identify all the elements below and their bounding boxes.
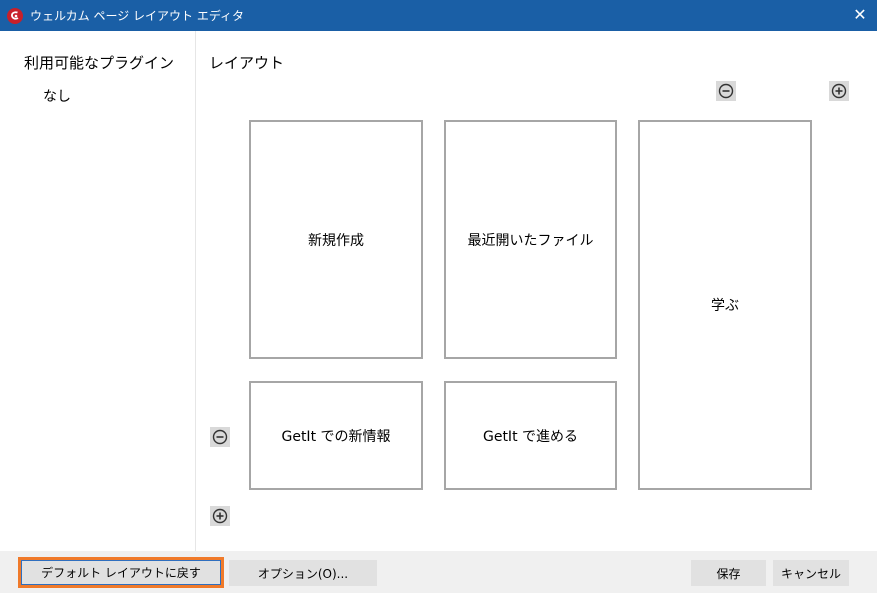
tile-learn[interactable]: 学ぶ xyxy=(638,120,812,490)
tile-getit-whats-new[interactable]: GetIt での新情報 xyxy=(249,381,423,490)
layout-heading: レイアウト xyxy=(209,54,285,72)
plugins-heading: 利用可能なプラグイン xyxy=(24,54,175,72)
tile-label: GetIt での新情報 xyxy=(281,428,391,445)
plus-circle-icon xyxy=(831,83,847,99)
remove-column-button[interactable] xyxy=(716,81,736,101)
title-bar: ウェルカム ページ レイアウト エディタ ✕ xyxy=(0,0,877,31)
tile-label: 学ぶ xyxy=(711,298,739,314)
minus-circle-icon xyxy=(212,429,228,445)
close-icon[interactable]: ✕ xyxy=(851,6,869,24)
plus-circle-icon xyxy=(212,508,228,524)
save-button[interactable]: 保存 xyxy=(691,560,766,586)
plugins-empty-text: なし xyxy=(43,89,71,105)
cancel-button[interactable]: キャンセル xyxy=(773,560,849,586)
save-label: 保存 xyxy=(716,566,741,581)
tile-label: 新規作成 xyxy=(308,232,364,249)
add-row-button[interactable] xyxy=(210,506,230,526)
add-column-button[interactable] xyxy=(829,81,849,101)
reset-layout-label: デフォルト レイアウトに戻す xyxy=(41,566,201,580)
options-button[interactable]: オプション(O)... xyxy=(229,560,377,586)
plugins-pane: 利用可能なプラグイン なし xyxy=(0,31,196,551)
minus-circle-icon xyxy=(718,83,734,99)
cancel-label: キャンセル xyxy=(780,566,841,581)
reset-layout-button[interactable]: デフォルト レイアウトに戻す xyxy=(18,557,224,588)
tile-getit-promoted[interactable]: GetIt で進める xyxy=(444,381,617,490)
app-logo-icon xyxy=(7,8,23,24)
options-label: オプション(O)... xyxy=(257,566,349,581)
tile-label: 最近開いたファイル xyxy=(467,232,594,249)
window-title: ウェルカム ページ レイアウト エディタ xyxy=(30,9,245,23)
tile-recent-files[interactable]: 最近開いたファイル xyxy=(444,120,617,359)
tile-new[interactable]: 新規作成 xyxy=(249,120,423,359)
remove-row-button[interactable] xyxy=(210,427,230,447)
tile-label: GetIt で進める xyxy=(482,428,579,445)
